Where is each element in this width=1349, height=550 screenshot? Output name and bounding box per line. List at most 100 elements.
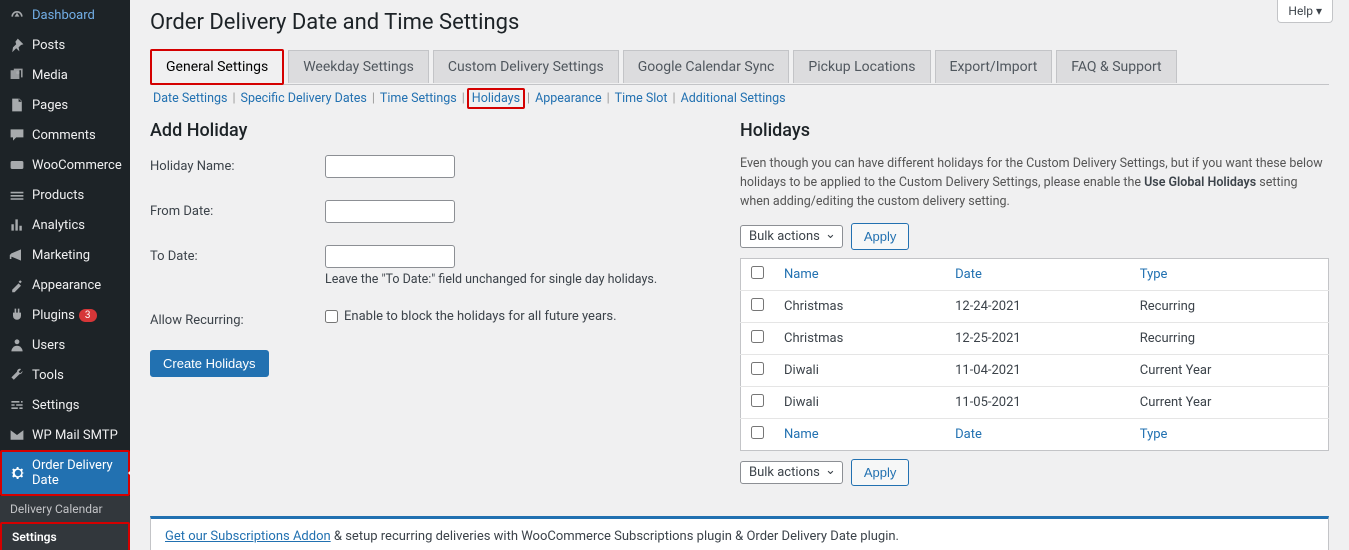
dashboard-icon xyxy=(8,6,26,24)
subscriptions-addon-link[interactable]: Get our Subscriptions Addon xyxy=(165,529,331,544)
plugins-icon xyxy=(8,306,26,324)
holidays-title: Holidays xyxy=(740,120,1329,141)
holiday-name-label: Holiday Name: xyxy=(150,155,325,174)
table-row: Christmas12-25-2021Recurring xyxy=(741,323,1329,355)
sidebar-item-wp-mail-smtp[interactable]: WP Mail SMTP xyxy=(0,420,130,450)
add-holiday-panel: Add Holiday Holiday Name: From Date: To … xyxy=(150,120,710,494)
to-date-input[interactable] xyxy=(325,245,455,268)
sidebar-item-marketing[interactable]: Marketing xyxy=(0,240,130,270)
apply-button-top[interactable]: Apply xyxy=(851,223,910,250)
sidebar-item-settings[interactable]: Settings xyxy=(0,390,130,420)
allow-recurring-label: Allow Recurring: xyxy=(150,309,325,328)
appearance-icon xyxy=(8,276,26,294)
bulk-actions-select-bottom[interactable]: Bulk actions xyxy=(740,461,843,484)
admin-sidebar: DashboardPostsMediaPagesCommentsWooComme… xyxy=(0,0,130,550)
sidebar-item-pages[interactable]: Pages xyxy=(0,90,130,120)
cell-type: Current Year xyxy=(1130,355,1329,387)
sidebar-item-tools[interactable]: Tools xyxy=(0,360,130,390)
apply-button-bottom[interactable]: Apply xyxy=(851,459,910,486)
tab-custom-delivery-settings[interactable]: Custom Delivery Settings xyxy=(433,50,619,83)
allow-recurring-checkbox[interactable] xyxy=(325,310,338,323)
sidebar-item-order-delivery-date[interactable]: Order Delivery Date xyxy=(0,450,130,496)
from-date-label: From Date: xyxy=(150,200,325,219)
col-type[interactable]: Type xyxy=(1130,259,1329,291)
col-date-foot[interactable]: Date xyxy=(945,419,1130,451)
sidebar-item-analytics[interactable]: Analytics xyxy=(0,210,130,240)
to-date-help: Leave the "To Date:" field unchanged for… xyxy=(325,272,710,287)
cell-name: Christmas xyxy=(774,291,945,323)
bulk-actions-select-top[interactable]: Bulk actions xyxy=(740,225,843,248)
users-icon xyxy=(8,336,26,354)
subtab-time-slot[interactable]: Time Slot xyxy=(612,90,671,107)
select-all-checkbox-bottom[interactable] xyxy=(751,426,764,439)
update-badge: 3 xyxy=(79,309,97,322)
products-icon xyxy=(8,186,26,204)
primary-tabs: General SettingsWeekday SettingsCustom D… xyxy=(150,49,1329,85)
col-name-foot[interactable]: Name xyxy=(774,419,945,451)
subtab-specific-delivery-dates[interactable]: Specific Delivery Dates xyxy=(238,90,370,107)
cell-name: Diwali xyxy=(774,387,945,419)
cell-date: 12-24-2021 xyxy=(945,291,1130,323)
help-button[interactable]: Help ▾ xyxy=(1277,0,1333,23)
settings-icon xyxy=(8,396,26,414)
marketing-icon xyxy=(8,246,26,264)
cell-type: Recurring xyxy=(1130,323,1329,355)
tab-weekday-settings[interactable]: Weekday Settings xyxy=(288,50,429,83)
gear-icon xyxy=(10,464,26,482)
holidays-list-panel: Holidays Even though you can have differ… xyxy=(740,120,1329,494)
row-checkbox[interactable] xyxy=(751,362,764,375)
cell-name: Diwali xyxy=(774,355,945,387)
table-row: Diwali11-05-2021Current Year xyxy=(741,387,1329,419)
page-icon xyxy=(8,96,26,114)
cell-date: 11-04-2021 xyxy=(945,355,1130,387)
holidays-description: Even though you can have different holid… xyxy=(740,155,1329,211)
cell-type: Current Year xyxy=(1130,387,1329,419)
pin-icon xyxy=(8,36,26,54)
tab-faq-support[interactable]: FAQ & Support xyxy=(1056,50,1176,83)
sub-tabs: Date Settings|Specific Delivery Dates|Ti… xyxy=(150,91,1329,106)
woo-icon xyxy=(8,156,26,174)
sidebar-item-media[interactable]: Media xyxy=(0,60,130,90)
create-holidays-button[interactable]: Create Holidays xyxy=(150,350,269,377)
add-holiday-title: Add Holiday xyxy=(150,120,710,141)
table-row: Christmas12-24-2021Recurring xyxy=(741,291,1329,323)
subtab-date-settings[interactable]: Date Settings xyxy=(150,90,230,107)
select-all-checkbox-top[interactable] xyxy=(751,266,764,279)
col-name[interactable]: Name xyxy=(774,259,945,291)
cell-type: Recurring xyxy=(1130,291,1329,323)
subtab-holidays[interactable]: Holidays xyxy=(467,88,525,109)
tab-export-import[interactable]: Export/Import xyxy=(935,50,1053,83)
col-type-foot[interactable]: Type xyxy=(1130,419,1329,451)
tab-pickup-locations[interactable]: Pickup Locations xyxy=(793,50,930,83)
row-checkbox[interactable] xyxy=(751,298,764,311)
cell-name: Christmas xyxy=(774,323,945,355)
subscriptions-notice: Get our Subscriptions Addon & setup recu… xyxy=(150,516,1329,550)
media-icon xyxy=(8,66,26,84)
cell-date: 12-25-2021 xyxy=(945,323,1130,355)
holiday-name-input[interactable] xyxy=(325,155,455,178)
comment-icon xyxy=(8,126,26,144)
holidays-table: Name Date Type Christmas12-24-2021Recurr… xyxy=(740,258,1329,451)
sidebar-item-appearance[interactable]: Appearance xyxy=(0,270,130,300)
sidebar-item-users[interactable]: Users xyxy=(0,330,130,360)
sidebar-sub-settings[interactable]: Settings xyxy=(0,522,130,550)
tab-google-calendar-sync[interactable]: Google Calendar Sync xyxy=(623,50,790,83)
sidebar-item-dashboard[interactable]: Dashboard xyxy=(0,0,130,30)
row-checkbox[interactable] xyxy=(751,394,764,407)
subtab-appearance[interactable]: Appearance xyxy=(532,90,605,107)
from-date-input[interactable] xyxy=(325,200,455,223)
sidebar-item-plugins[interactable]: Plugins3 xyxy=(0,300,130,330)
sidebar-item-products[interactable]: Products xyxy=(0,180,130,210)
to-date-label: To Date: xyxy=(150,245,325,264)
sidebar-sub-delivery-calendar[interactable]: Delivery Calendar xyxy=(0,496,130,522)
row-checkbox[interactable] xyxy=(751,330,764,343)
sidebar-item-posts[interactable]: Posts xyxy=(0,30,130,60)
sidebar-item-woocommerce[interactable]: WooCommerce xyxy=(0,150,130,180)
subtab-additional-settings[interactable]: Additional Settings xyxy=(678,90,789,107)
mail-icon xyxy=(8,426,26,444)
subtab-time-settings[interactable]: Time Settings xyxy=(377,90,460,107)
sidebar-item-comments[interactable]: Comments xyxy=(0,120,130,150)
col-date[interactable]: Date xyxy=(945,259,1130,291)
tab-general-settings[interactable]: General Settings xyxy=(150,49,284,85)
page-title: Order Delivery Date and Time Settings xyxy=(150,10,1329,35)
